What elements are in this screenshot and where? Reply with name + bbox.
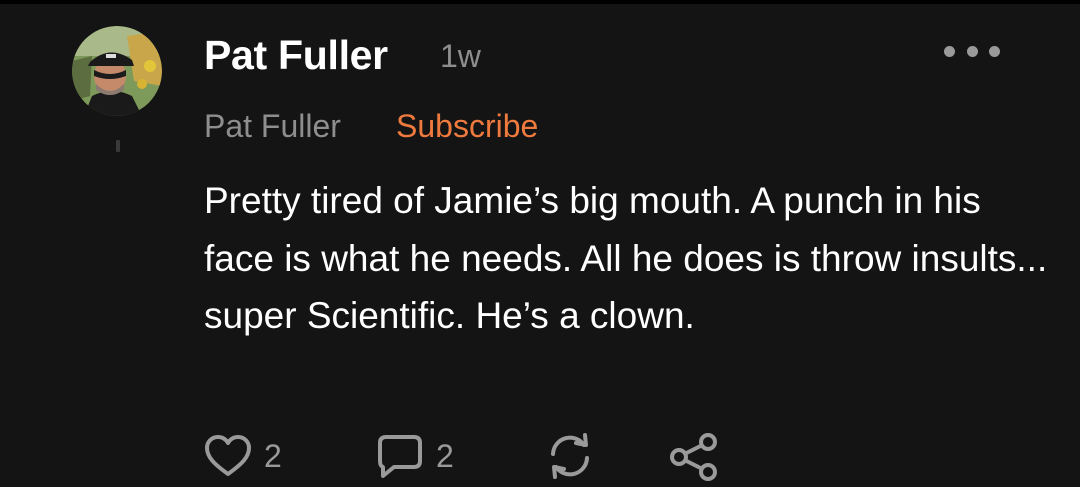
dot [966,45,978,57]
dot [989,45,1000,57]
share-button[interactable] [668,428,720,484]
reply-count: 2 [436,437,454,474]
dot [944,45,955,57]
comment-card: Pat Fuller 1w Pat Fuller Subscribe Prett… [0,0,1080,487]
restack-button[interactable] [544,428,596,484]
like-count: 2 [264,437,282,474]
comment-body: Pretty tired of Jamie’s big mouth. A pun… [204,180,1048,336]
timestamp[interactable]: 1w [440,38,481,75]
author-name[interactable]: Pat Fuller [204,32,388,79]
avatar[interactable] [72,26,162,116]
avatar-photo [72,26,162,116]
speech-bubble-icon [378,435,422,478]
restack-icon [551,433,589,479]
publication-name[interactable]: Pat Fuller [204,108,341,145]
thread-line [116,140,120,152]
share-icon [670,433,717,481]
subscribe-button[interactable]: Subscribe [396,108,538,145]
like-button[interactable]: 2 [204,428,282,484]
more-options-icon[interactable] [944,36,1000,66]
reply-button[interactable]: 2 [376,428,454,484]
heart-outline-icon [205,435,251,476]
